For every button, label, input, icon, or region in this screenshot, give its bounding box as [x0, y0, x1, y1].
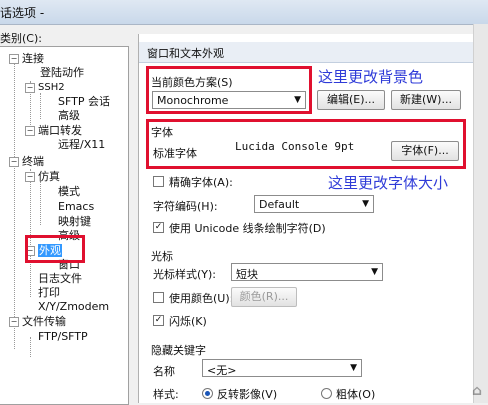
background-annotation: 这里更改背景色 — [318, 68, 424, 86]
tree-item-file-transfer[interactable]: 文件传输 — [22, 315, 66, 328]
unicode-line-drawing-label: 使用 Unicode 线条绘制字符(D) — [169, 222, 326, 235]
edit-scheme-button[interactable]: 编辑(E)... — [317, 90, 385, 110]
char-encoding-select[interactable]: Default ▼ — [254, 195, 374, 213]
bold-label: 粗体(O) — [336, 388, 376, 401]
cursor-style-label: 光标样式(Y): — [153, 268, 217, 281]
cursor-style-value: 短块 — [236, 268, 258, 281]
highlight-color-scheme-box — [146, 66, 312, 114]
expand-toggle-icon[interactable]: − — [9, 54, 19, 64]
name-label: 名称 — [153, 365, 175, 378]
tree-item-connect[interactable]: 连接 — [22, 52, 44, 65]
tree-item-ssh2-advanced[interactable]: 高级 — [58, 109, 80, 122]
chevron-down-icon: ▼ — [350, 363, 357, 373]
expand-toggle-icon[interactable]: − — [25, 126, 35, 136]
tree-item-log-file[interactable]: 日志文件 — [38, 272, 82, 285]
tree-item-sftp-session[interactable]: SFTP 会话 — [58, 95, 110, 108]
blink-checkbox[interactable]: ✓ — [153, 315, 164, 326]
unicode-line-drawing-checkbox[interactable]: ✓ — [153, 222, 164, 233]
use-color-label: 使用颜色(U): — [169, 292, 234, 305]
new-scheme-button[interactable]: 新建(W)... — [391, 90, 461, 110]
precise-font-label: 精确字体(A): — [169, 176, 233, 189]
tree-item-xyzmodem[interactable]: X/Y/Zmodem — [38, 300, 109, 313]
category-tree[interactable]: − 连接 登陆动作 − SSH2 SFTP 会话 高级 − 端口转发 远程/X1… — [0, 46, 129, 405]
tree-item-emulation[interactable]: 仿真 — [38, 170, 60, 183]
precise-font-checkbox[interactable] — [153, 176, 164, 187]
window-title: 话选项 - — [0, 6, 45, 20]
style-label: 样式: — [153, 388, 179, 401]
tree-item-modes[interactable]: 模式 — [58, 185, 80, 198]
scrollbar[interactable] — [473, 24, 488, 403]
tree-item-login-actions[interactable]: 登陆动作 — [40, 66, 84, 79]
expand-toggle-icon[interactable]: − — [9, 157, 19, 167]
chevron-down-icon: ▼ — [371, 267, 378, 277]
reverse-video-radio[interactable] — [202, 388, 213, 399]
watermark-logo: ⌂ — [471, 383, 482, 399]
expand-toggle-icon[interactable]: − — [25, 83, 35, 93]
tree-item-ssh2[interactable]: SSH2 — [38, 81, 65, 94]
cursor-style-select[interactable]: 短块 ▼ — [231, 263, 383, 281]
highlight-font-box — [146, 119, 466, 169]
cursor-group-label: 光标 — [151, 250, 173, 263]
font-annotation: 这里更改字体大小 — [328, 174, 449, 192]
expand-toggle-icon[interactable]: − — [25, 172, 35, 182]
blink-label: 闪烁(K) — [169, 315, 207, 328]
char-encoding-label: 字符编码(H): — [153, 200, 218, 213]
char-encoding-value: Default — [259, 198, 300, 211]
hidden-keyword-name-value: <无> — [207, 364, 237, 377]
tree-item-terminal[interactable]: 终端 — [22, 155, 44, 168]
hidden-keyword-group-label: 隐藏关键字 — [151, 344, 206, 357]
highlight-appearance-box — [25, 235, 85, 263]
tree-item-emacs[interactable]: Emacs — [58, 200, 94, 213]
section-header: 窗口和文本外观 — [139, 42, 479, 63]
bold-radio[interactable] — [321, 388, 332, 399]
cursor-color-button[interactable]: 颜色(R)... — [231, 287, 297, 307]
section-title: 窗口和文本外观 — [147, 47, 224, 60]
expand-toggle-icon[interactable]: − — [9, 317, 19, 327]
tree-item-remote-x11[interactable]: 远程/X11 — [58, 138, 105, 151]
title-bar: 话选项 - — [0, 0, 488, 25]
reverse-video-label: 反转影像(V) — [217, 388, 278, 401]
category-label: 类别(C): — [0, 32, 42, 45]
hidden-keyword-name-select[interactable]: <无> ▼ — [202, 359, 362, 377]
use-color-checkbox[interactable] — [153, 292, 164, 303]
chevron-down-icon: ▼ — [362, 199, 369, 209]
tree-item-mapped-keys[interactable]: 映射键 — [58, 215, 91, 228]
tree-item-print[interactable]: 打印 — [38, 286, 60, 299]
tree-item-port-forwarding[interactable]: 端口转发 — [38, 124, 82, 137]
tree-item-ftp-sftp[interactable]: FTP/SFTP — [38, 330, 88, 343]
